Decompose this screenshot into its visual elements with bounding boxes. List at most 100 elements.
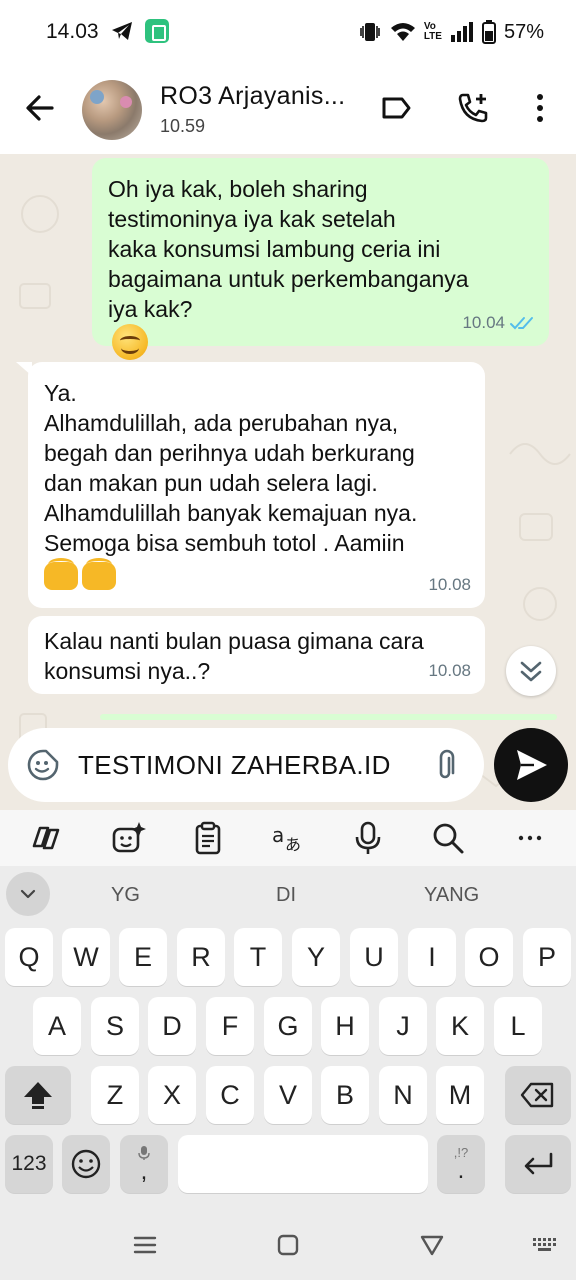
last-seen: 10.59 [160,116,206,136]
key-v[interactable]: V [264,1066,312,1124]
more-horiz-icon[interactable] [512,820,548,856]
key-m[interactable]: M [436,1066,484,1124]
keyboard-switch-icon[interactable] [530,1230,560,1260]
enter-return-icon [524,1152,553,1175]
backspace-icon [520,1082,554,1108]
microphone-icon[interactable] [350,820,386,856]
chat-header: RO3 Arjayanis... 10.59 [0,64,576,154]
system-navigation-bar [0,1210,576,1280]
telegram-icon [112,22,132,40]
key-g[interactable]: G [264,997,312,1055]
sticker-sparkle-icon[interactable] [110,820,146,856]
back-triangle-icon[interactable] [417,1230,447,1260]
search-icon[interactable] [430,820,466,856]
message-meta: 10.08 [428,656,471,686]
translate-icon[interactable]: a あ [270,820,306,856]
emoji-key[interactable] [62,1135,110,1193]
incoming-message[interactable]: Kalau nanti bulan puasa gimana cara kons… [28,616,485,694]
key-l[interactable]: L [494,997,542,1055]
back-arrow-icon[interactable] [20,88,60,128]
shift-icon [24,1082,52,1109]
suggestion-1[interactable]: YG [111,884,140,907]
key-h[interactable]: H [321,997,369,1055]
status-bar: 14.03 Vo LTE 57% [0,0,576,64]
key-t[interactable]: T [234,928,282,986]
key-y[interactable]: Y [292,928,340,986]
calculator-app-icon [145,19,169,43]
shift-key[interactable] [5,1066,71,1124]
key-u[interactable]: U [350,928,398,986]
battery-percent: 57% [503,20,544,43]
key-z[interactable]: Z [91,1066,139,1124]
volte-indicator: Vo LTE [424,22,442,42]
label-tag-icon[interactable] [378,90,414,126]
message-input[interactable]: TESTIMONI ZAHERBA.ID [78,750,391,781]
status-icons: Vo LTE 57% [358,18,544,46]
sticker-emoji-icon[interactable] [26,748,60,782]
message-text: Ya. Alhamdulillah, ada perubahan nya, be… [44,380,418,556]
send-icon [517,750,547,780]
message-text: Oh iya kak, boleh sharing testimoninya i… [108,176,469,322]
wifi-icon [390,23,415,41]
message-text: Kalau nanti bulan puasa gimana cara kons… [44,628,424,684]
palms-up-icon-2 [82,558,116,590]
suggestion-2[interactable]: DI [276,884,296,907]
enter-key[interactable] [505,1135,571,1193]
keyboard-toolbar: a あ [0,810,576,866]
paperclip-icon[interactable] [430,748,464,782]
contact-avatar[interactable] [82,80,142,140]
clipboard-icon[interactable] [190,820,226,856]
more-vert-icon[interactable] [522,90,558,126]
key-r[interactable]: R [177,928,225,986]
numbers-key[interactable]: 123 [5,1135,53,1193]
send-button[interactable] [494,728,568,802]
key-j[interactable]: J [379,997,427,1055]
chat-area[interactable]: Oh iya kak, boleh sharing testimoninya i… [0,154,576,810]
collapse-suggestions-button[interactable] [6,872,50,916]
svg-text:a: a [272,823,284,847]
svg-text:あ: あ [285,835,301,854]
key-p[interactable]: P [523,928,571,986]
incoming-message[interactable]: Ya. Alhamdulillah, ada perubahan nya, be… [28,362,485,608]
outgoing-message[interactable]: Oh iya kak, boleh sharing testimoninya i… [92,158,549,360]
key-b[interactable]: B [321,1066,369,1124]
palms-up-together-icon [44,558,116,590]
emoji-smiley-icon [71,1149,101,1179]
key-w[interactable]: W [62,928,110,986]
message-meta: 10.08 [428,570,471,600]
key-n[interactable]: N [379,1066,427,1124]
scroll-to-bottom-button[interactable] [506,646,556,696]
smiling-face-icon [112,324,148,360]
volte-label-bottom: LTE [423,31,442,42]
recent-apps-icon[interactable] [130,1230,160,1260]
suggestion-3[interactable]: YANG [424,884,479,907]
double-chevron-down-icon [520,661,542,682]
compose-bar[interactable]: TESTIMONI ZAHERBA.ID [8,728,484,802]
backspace-key[interactable] [505,1066,571,1124]
key-o[interactable]: O [465,928,513,986]
status-time: 14.03 [46,20,99,43]
add-call-icon[interactable] [455,90,491,126]
key-q[interactable]: Q [5,928,53,986]
key-i[interactable]: I [408,928,456,986]
comma-label: , [140,1158,148,1185]
key-c[interactable]: C [206,1066,254,1124]
key-e[interactable]: E [119,928,167,986]
spacebar-key[interactable] [178,1135,428,1193]
key-k[interactable]: K [436,997,484,1055]
key-x[interactable]: X [148,1066,196,1124]
home-icon[interactable] [273,1230,303,1260]
key-a[interactable]: A [33,997,81,1055]
partial-outgoing-message [100,714,557,720]
chevron-down-icon [20,889,36,899]
key-s[interactable]: S [91,997,139,1055]
period-key[interactable]: ,!? . [437,1135,485,1193]
suggestion-strip: YG DI YANG [0,866,576,922]
key-d[interactable]: D [148,997,196,1055]
key-f[interactable]: F [206,997,254,1055]
signal-icon [450,22,473,42]
comma-key[interactable]: , [120,1135,168,1193]
copilot-icon[interactable] [28,820,64,856]
period-label: . [457,1157,465,1184]
contact-name[interactable]: RO3 Arjayanis... [160,82,345,111]
